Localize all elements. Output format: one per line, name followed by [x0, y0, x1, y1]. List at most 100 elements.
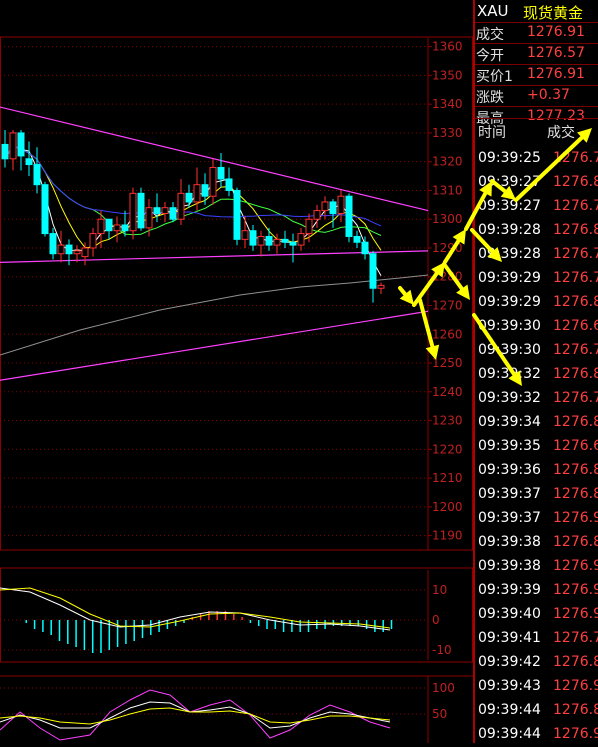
tick-time: 09:39:28: [478, 222, 541, 238]
tick-row[interactable]: 09:39:27 1276.8: [475, 171, 598, 195]
tick-time: 09:39:27: [478, 198, 541, 214]
tick-price: 1276.8: [553, 702, 598, 718]
candle-body: [57, 244, 65, 255]
price-tick-label: 1310: [432, 183, 463, 197]
tick-price: 1276.7: [553, 342, 598, 358]
tick-row[interactable]: 09:39:27 1276.7: [475, 195, 598, 219]
tick-price: 1276.8: [553, 222, 598, 238]
tick-time: 09:39:34: [478, 414, 541, 430]
tick-row[interactable]: 09:39:28 1276.8: [475, 219, 598, 243]
tick-row[interactable]: 09:39:36 1276.8: [475, 459, 598, 483]
price-tick-label: 1270: [432, 299, 463, 313]
tick-price: 1276.8: [553, 486, 598, 502]
candle-body: [193, 184, 201, 203]
tick-row[interactable]: 09:39:41 1276.7: [475, 627, 598, 651]
tick-row[interactable]: 09:39:44 1276.9: [475, 723, 598, 747]
price-tick-label: 1320: [432, 155, 463, 169]
tick-row[interactable]: 09:39:43 1276.9: [475, 675, 598, 699]
quote-value: +0.37: [527, 87, 570, 103]
tick-time: 09:39:32: [478, 366, 541, 382]
candle-body: [305, 218, 313, 235]
tick-time: 09:39:28: [478, 246, 541, 262]
tick-price: 1276.7: [553, 390, 598, 406]
tick-price: 1276.6: [553, 318, 598, 334]
quote-label: 成交: [476, 27, 504, 43]
tick-row[interactable]: 09:39:32 1276.7: [475, 387, 598, 411]
tick-price: 1276.7: [553, 270, 598, 286]
quote-row: 今开 1276.57: [475, 43, 598, 64]
candle-body: [377, 284, 385, 289]
quote-row: 涨跌 +0.37: [475, 85, 598, 106]
candle-body: [185, 192, 193, 203]
price-tick-label: 1360: [432, 40, 463, 54]
tick-row[interactable]: 09:39:29 1276.7: [475, 267, 598, 291]
quote-value: 1276.91: [527, 24, 585, 40]
tick-price: 1276.9: [553, 582, 598, 598]
candlestick-chart[interactable]: 1360 1350 1340 1330 1320 1310 1300 1290 1280 1270…: [0, 0, 473, 743]
tick-row[interactable]: 09:39:37 1276.8: [475, 483, 598, 507]
candle-body: [105, 218, 113, 232]
tick-row[interactable]: 09:39:30 1276.6: [475, 315, 598, 339]
price-tick-label: 1340: [432, 97, 463, 111]
candle-body: [249, 230, 257, 246]
candle-body: [129, 192, 137, 232]
candle-body: [161, 207, 169, 214]
candle: [137, 187, 145, 231]
tick-row[interactable]: 09:39:25 1276.7: [475, 147, 598, 171]
tick-row[interactable]: 09:39:29 1276.8: [475, 291, 598, 315]
tick-price: 1276.8: [553, 654, 598, 670]
candle-body: [313, 210, 321, 220]
candle-body: [281, 238, 289, 243]
candle-body: [273, 238, 281, 246]
quote-label: 涨跌: [476, 90, 504, 106]
candle-body: [361, 241, 369, 255]
price-tick-label: 1200: [432, 500, 463, 514]
tick-time: 09:39:30: [478, 318, 541, 334]
candle-body: [145, 207, 153, 229]
candle-body: [1, 143, 9, 160]
tick-price: 1276.7: [553, 246, 598, 262]
tick-row[interactable]: 09:39:35 1276.6: [475, 435, 598, 459]
candle-body: [17, 132, 25, 157]
tick-row[interactable]: 09:39:30 1276.7: [475, 339, 598, 363]
candle-body: [297, 233, 305, 246]
macd-tick-label: 0: [432, 613, 440, 627]
tick-row[interactable]: 09:39:42 1276.8: [475, 651, 598, 675]
candle-body: [265, 235, 273, 246]
price-tick-label: 1350: [432, 68, 463, 82]
tick-price: 1276.7: [553, 150, 598, 166]
tick-row[interactable]: 09:39:37 1276.9: [475, 507, 598, 531]
tick-price: 1276.8: [553, 294, 598, 310]
candle-body: [177, 192, 185, 220]
price-tick-label: 1280: [432, 270, 463, 284]
tick-time: 09:39:32: [478, 390, 541, 406]
tick-row[interactable]: 09:39:28 1276.7: [475, 243, 598, 267]
tick-row[interactable]: 09:39:40 1276.9: [475, 603, 598, 627]
tick-time: 09:39:35: [478, 438, 541, 454]
candle-body: [201, 184, 209, 197]
candle-body: [345, 195, 353, 237]
candle-body: [353, 235, 361, 243]
candle-body: [41, 184, 49, 235]
tick-time: 09:39:40: [478, 606, 541, 622]
tick-row[interactable]: 09:39:39 1276.9: [475, 579, 598, 603]
candle-body: [225, 178, 233, 191]
tick-row[interactable]: 09:39:34 1276.8: [475, 411, 598, 435]
macd-tick-label: -10: [432, 643, 452, 657]
candle-body: [369, 253, 377, 289]
tick-price: 1276.6: [553, 438, 598, 454]
quote-value: 1276.91: [527, 66, 585, 82]
tick-price: 1276.7: [553, 630, 598, 646]
candle-body: [49, 233, 57, 255]
tick-row[interactable]: 09:39:38 1276.9: [475, 555, 598, 579]
tick-row[interactable]: 09:39:44 1276.8: [475, 699, 598, 723]
candle-body: [33, 164, 41, 186]
tick-row[interactable]: 09:39:38 1276.8: [475, 531, 598, 555]
symbol-name: 现货黄金: [523, 4, 584, 22]
tick-time: 09:39:25: [478, 150, 541, 166]
candle-body: [81, 247, 89, 258]
tick-row[interactable]: 09:39:32 1276.8: [475, 363, 598, 387]
candle-body: [321, 201, 329, 212]
candle-body: [241, 230, 249, 240]
candle-body: [97, 218, 105, 235]
